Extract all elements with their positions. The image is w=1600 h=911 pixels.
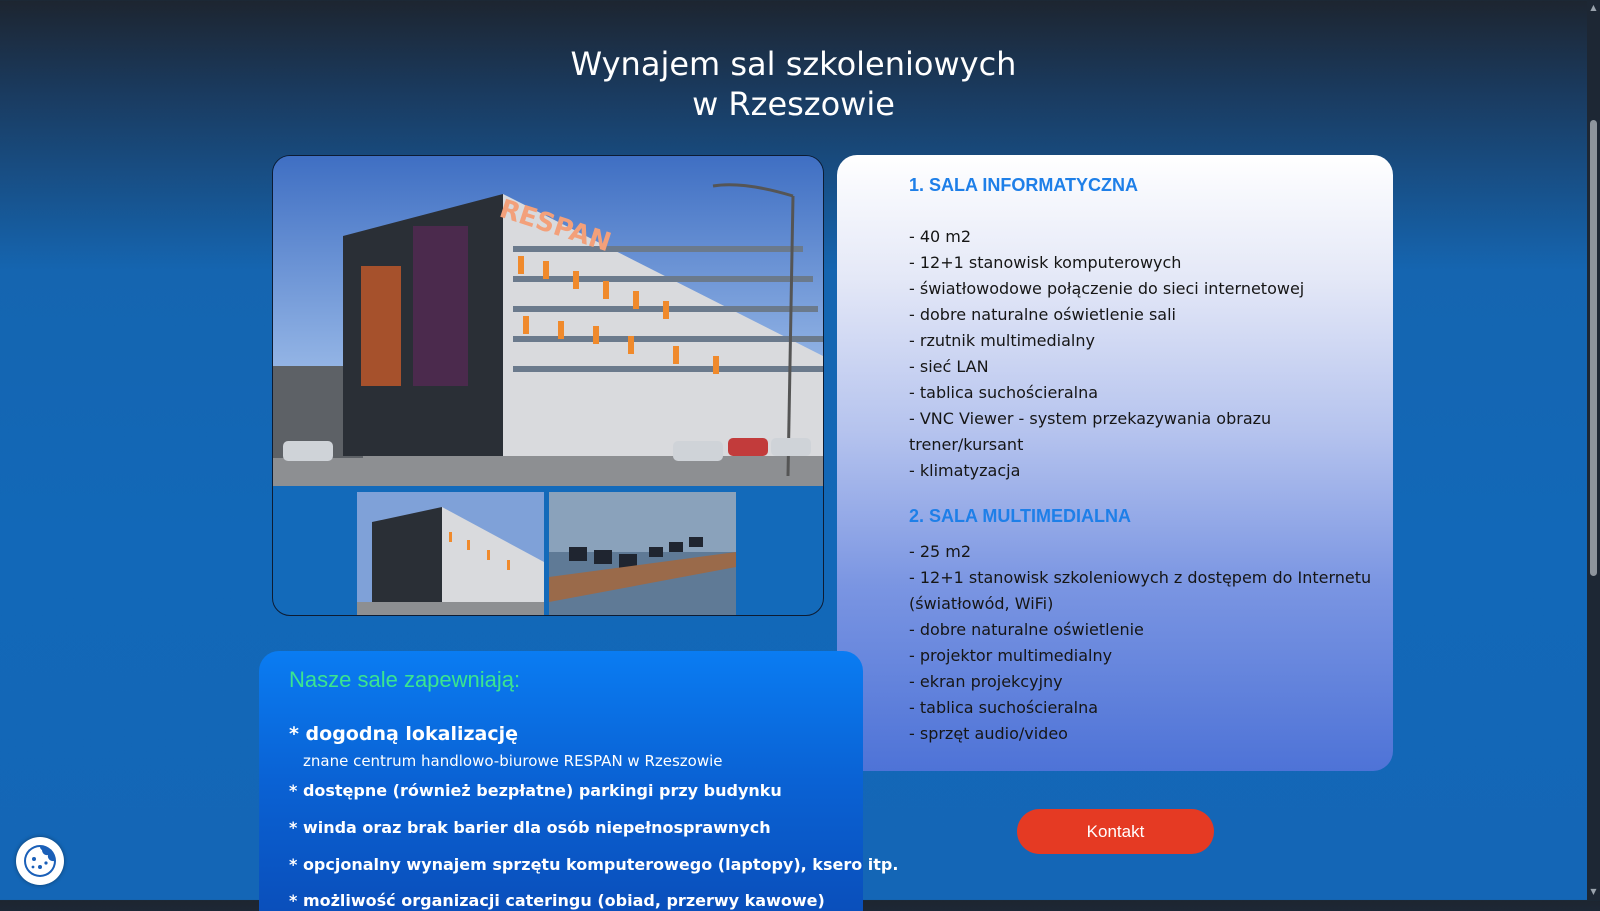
feature-item: - dobre naturalne oświetlenie (909, 620, 1144, 639)
sala-multimedialna-heading: 2. SALA MULTIMEDIALNA (909, 506, 1131, 526)
scroll-up-arrow-icon[interactable]: ▲ (1589, 3, 1598, 12)
thumbnail-classroom[interactable] (549, 492, 736, 616)
cookie-icon (24, 845, 56, 877)
benefit-subtext: znane centrum handlowo-biurowe RESPAN w … (303, 752, 723, 770)
feature-item: - projektor multimedialny (909, 646, 1113, 665)
cookie-settings-button[interactable] (16, 837, 64, 885)
feature-item: - 12+1 stanowisk szkoleniowych z dostępe… (909, 568, 1372, 613)
benefits-title: Nasze sale zapewniają: (289, 667, 521, 692)
benefits-card: Nasze sale zapewniają: * dogodną lokaliz… (259, 651, 898, 911)
page-title-line1: Wynajem sal szkoleniowych (570, 45, 1017, 83)
sala-multimedialna-features: - 25 m2 - 12+1 stanowisk szkoleniowych z… (909, 539, 1379, 747)
photo-gallery: RESPAN (272, 155, 824, 616)
feature-item: - rzutnik multimedialny (909, 331, 1095, 350)
benefit-item: * możliwość organizacji cateringu (obiad… (289, 891, 825, 910)
building-photo[interactable]: RESPAN (273, 156, 823, 486)
feature-item: - klimatyzacja (909, 461, 1021, 480)
feature-item: - ekran projekcyjny (909, 672, 1063, 691)
feature-item: - 12+1 stanowisk komputerowych (909, 253, 1182, 272)
feature-item: - sieć LAN (909, 357, 989, 376)
feature-item: - sprzęt audio/video (909, 724, 1068, 743)
sala-informatyczna-features: - 40 m2 - 12+1 stanowisk komputerowych -… (909, 224, 1379, 484)
benefit-item: * dogodną lokalizację (289, 723, 519, 745)
scrollbar-thumb[interactable] (1590, 120, 1597, 576)
page-title: Wynajem sal szkoleniowych w Rzeszowie (0, 44, 1587, 124)
kontakt-button[interactable]: Kontakt (1017, 809, 1214, 854)
sala-informatyczna-heading: 1. SALA INFORMATYCZNA (909, 175, 1138, 195)
benefit-item: * winda oraz brak barier dla osób niepeł… (289, 818, 771, 837)
scroll-down-arrow-icon[interactable]: ▼ (1589, 887, 1598, 896)
thumbnail-building[interactable] (357, 492, 544, 616)
feature-item: - tablica suchościeralna (909, 698, 1099, 717)
benefit-item: * dostępne (również bezpłatne) parkingi … (289, 781, 782, 800)
feature-item: - 40 m2 (909, 227, 972, 246)
feature-item: - światłowodowe połączenie do sieci inte… (909, 279, 1305, 298)
feature-item: - tablica suchościeralna (909, 383, 1099, 402)
room-info-card: 1. SALA INFORMATYCZNA - 40 m2 - 12+1 sta… (837, 155, 1393, 771)
page-title-line2: w Rzeszowie (692, 85, 895, 123)
benefit-item: * opcjonalny wynajem sprzętu komputerowe… (289, 855, 899, 874)
feature-item: - VNC Viewer - system przekazywania obra… (909, 409, 1272, 454)
feature-item: - dobre naturalne oświetlenie sali (909, 305, 1176, 324)
feature-item: - 25 m2 (909, 542, 972, 561)
